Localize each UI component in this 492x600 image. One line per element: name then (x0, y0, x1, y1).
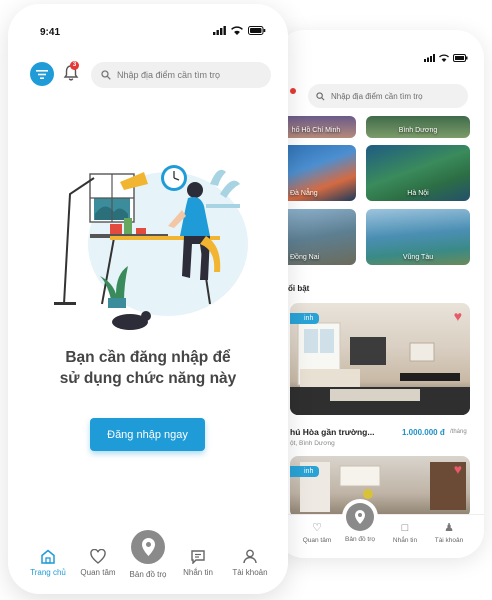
nav-label: Nhắn tin (183, 568, 213, 577)
status-icons (213, 26, 266, 35)
user-icon (243, 549, 257, 564)
search-input[interactable] (117, 70, 267, 80)
heart-icon: ♡ (312, 522, 322, 534)
login-message: Bạn cần đăng nhập để sử dụng chức năng n… (28, 347, 268, 389)
search-icon (316, 91, 325, 100)
listing-price: 1.000.000 đ (402, 428, 445, 437)
chat-icon (191, 550, 205, 564)
status-time: 9:41 (40, 27, 61, 38)
nav-home[interactable]: Trang chủ (20, 549, 76, 577)
chat-icon: □ (401, 522, 409, 534)
map-button[interactable] (131, 530, 165, 564)
filter-icon (36, 69, 48, 79)
search-bar[interactable] (91, 62, 271, 88)
back-map-fab[interactable] (346, 503, 374, 531)
login-button[interactable]: Đăng nhập ngay (90, 418, 205, 451)
front-phone: 9:41 3 Nhập địa điểm cần tìm trọ Bạn cần… (8, 4, 288, 594)
back-notification-dot (290, 88, 296, 94)
city-tile-dong-nai[interactable]: Đồng Nai (276, 209, 356, 265)
nav-label: Tài khoản (434, 537, 464, 544)
back-nav-map[interactable]: Bản đồ trọ (335, 536, 385, 543)
back-bottom-nav: ♡ Quan tâm Bản đồ trọ □ Nhắn tin ♟ Tài k… (276, 503, 484, 558)
back-nav-messages[interactable]: □ Nhắn tin (380, 522, 430, 545)
city-label: Hà Nội (407, 190, 429, 197)
back-search-bar[interactable]: Nhập địa điểm cần tìm trọ (308, 84, 468, 108)
back-status-bar (424, 54, 468, 62)
city-tile-vung-tau[interactable]: Vũng Tàu (366, 209, 470, 265)
wifi-icon (439, 54, 449, 62)
heart-icon[interactable]: ♥ (454, 462, 462, 476)
nav-label: Bản đồ trọ (345, 536, 375, 543)
login-illustration (54, 165, 248, 330)
city-label: Đà Nẵng (290, 190, 318, 197)
back-phone: Nhập địa điểm cần tìm trọ hố Hồ Chí Minh… (276, 30, 484, 558)
signal-icon (213, 26, 226, 35)
nav-account[interactable]: Tài khoản (222, 549, 278, 577)
heart-icon (90, 549, 106, 564)
nav-label: Quan tâm (302, 537, 332, 544)
nav-label: Nhắn tin (392, 537, 418, 544)
wifi-icon (231, 26, 243, 35)
nav-map-label[interactable]: Bản đồ trọ (123, 570, 173, 579)
nav-label: Trang chủ (30, 568, 66, 577)
login-message-line2: sử dụng chức năng này (59, 370, 237, 387)
back-search-placeholder: Nhập địa điểm cần tìm trọ (331, 91, 423, 101)
battery-icon (453, 54, 468, 62)
city-tile-ha-noi[interactable]: Hà Nội (366, 145, 470, 201)
listing-tag: inh (290, 313, 320, 324)
city-label: Vũng Tàu (402, 254, 434, 261)
city-label: hố Hồ Chí Minh (291, 127, 341, 134)
listing-title: hú Hòa gần trường... (290, 427, 375, 437)
room-photo (300, 462, 466, 512)
login-message-line1: Bạn cần đăng nhập để (65, 349, 231, 366)
battery-icon (248, 26, 266, 35)
filter-button[interactable] (30, 62, 54, 86)
map-pin-icon (355, 510, 365, 524)
heart-icon[interactable]: ♥ (454, 309, 462, 323)
city-label: Đồng Nai (290, 254, 320, 261)
listing-location: ột, Bình Dương (290, 440, 335, 447)
home-icon (41, 549, 55, 564)
notification-badge: 3 (70, 61, 79, 70)
user-icon: ♟ (444, 522, 454, 534)
city-tile-hcm[interactable]: hố Hồ Chí Minh (276, 116, 356, 138)
city-tile-da-nang[interactable]: Đà Nẵng (276, 145, 356, 201)
city-tile-binh-duong[interactable]: Bình Dương (366, 116, 470, 138)
listing-card-2[interactable]: inh ♥ (290, 456, 470, 518)
listing-unit: /tháng (450, 429, 467, 435)
section-title: ổi bật (288, 284, 310, 293)
map-pin-icon (141, 538, 155, 556)
stage: Nhập địa điểm cần tìm trọ hố Hồ Chí Minh… (0, 0, 492, 600)
nav-label: Tài khoản (232, 568, 268, 577)
signal-icon (424, 54, 435, 62)
city-label: Bình Dương (398, 127, 438, 134)
nav-favorites[interactable]: Quan tâm (70, 549, 126, 577)
listing-tag: inh (290, 466, 320, 477)
listing-card[interactable]: inh ♥ (290, 303, 470, 415)
nav-messages[interactable]: Nhắn tin (170, 549, 226, 577)
back-nav-account[interactable]: ♟ Tài khoản (424, 522, 474, 545)
search-icon (101, 70, 111, 80)
nav-label: Quan tâm (80, 568, 116, 577)
